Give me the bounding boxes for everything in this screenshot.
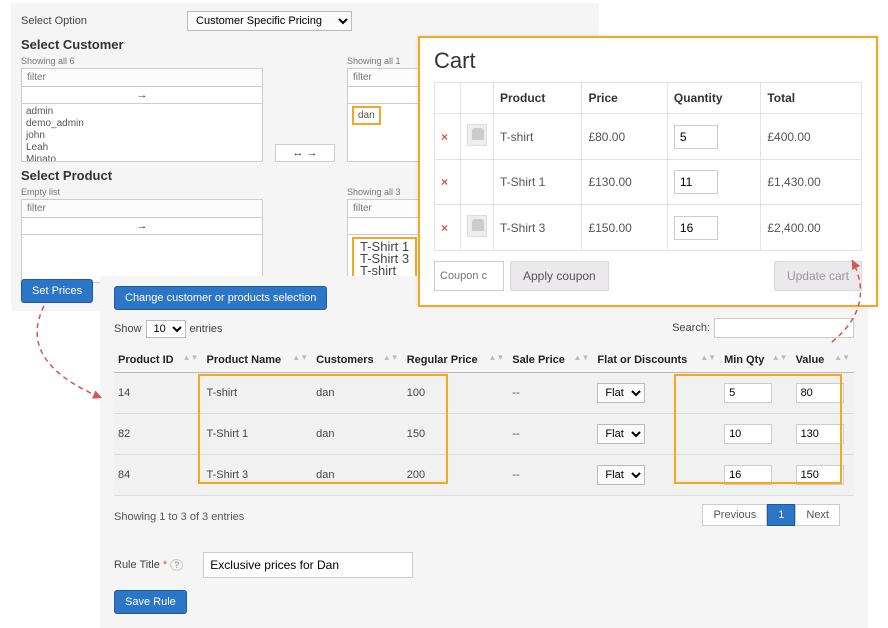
pagination: Previous 1 Next bbox=[702, 504, 840, 526]
mode-select[interactable]: Flat bbox=[597, 465, 645, 485]
col-flat-discounts[interactable]: Flat or Discounts▲▼ bbox=[593, 348, 720, 373]
value-input[interactable] bbox=[796, 465, 844, 485]
pricing-panel: Change customer or products selection Sh… bbox=[100, 276, 868, 628]
cart-table: Product Price Quantity Total × T-shirt £… bbox=[434, 82, 862, 251]
minqty-input[interactable] bbox=[724, 424, 772, 444]
customer-left-hint: Showing all 6 bbox=[21, 56, 263, 66]
product-thumb bbox=[467, 215, 487, 237]
pricing-row: 84 T-Shirt 3 dan 200 -- Flat bbox=[114, 455, 854, 496]
product-move-right[interactable]: → bbox=[21, 218, 263, 235]
pricing-row: 82 T-Shirt 1 dan 150 -- Flat bbox=[114, 414, 854, 455]
rule-title-label: Rule Title * ? bbox=[114, 559, 183, 571]
entries-select[interactable]: 10 bbox=[146, 320, 186, 338]
product-left-filter[interactable] bbox=[21, 199, 263, 218]
value-input[interactable] bbox=[796, 424, 844, 444]
rule-title-input[interactable] bbox=[203, 552, 413, 578]
qty-input[interactable] bbox=[674, 125, 718, 149]
table-info: Showing 1 to 3 of 3 entries bbox=[114, 511, 244, 523]
cart-col-qty: Quantity bbox=[667, 83, 760, 114]
product-thumb bbox=[467, 124, 487, 146]
cart-product-link[interactable]: T-shirt bbox=[494, 114, 582, 160]
page-prev[interactable]: Previous bbox=[702, 504, 767, 526]
select-option-dropdown[interactable]: Customer Specific Pricing bbox=[187, 11, 352, 31]
entries-label: entries bbox=[190, 323, 223, 335]
mode-select[interactable]: Flat bbox=[597, 383, 645, 403]
coupon-input[interactable] bbox=[434, 261, 504, 291]
cart-col-total: Total bbox=[761, 83, 862, 114]
qty-input[interactable] bbox=[674, 170, 718, 194]
save-rule-button[interactable]: Save Rule bbox=[114, 590, 187, 614]
customer-left-filter[interactable] bbox=[21, 68, 263, 87]
change-selection-button[interactable]: Change customer or products selection bbox=[114, 286, 327, 310]
customer-left-list[interactable]: admin demo_admin john Leah Minato Taylor bbox=[21, 104, 263, 162]
cart-overlay: Cart Product Price Quantity Total × T-sh… bbox=[418, 36, 878, 307]
sort-icon: ▲▼ bbox=[183, 354, 199, 362]
cart-title: Cart bbox=[434, 48, 862, 74]
update-cart-button[interactable]: Update cart bbox=[774, 261, 862, 291]
customer-selected: dan bbox=[352, 106, 381, 125]
qty-input[interactable] bbox=[674, 216, 718, 240]
cart-row: × T-Shirt 1 £130.00 £1,430.00 bbox=[435, 160, 862, 205]
col-sale-price[interactable]: Sale Price▲▼ bbox=[508, 348, 593, 373]
pricing-row: 14 T-shirt dan 100 -- Flat bbox=[114, 373, 854, 414]
page-next[interactable]: Next bbox=[795, 504, 840, 526]
value-input[interactable] bbox=[796, 383, 844, 403]
customer-move-both[interactable]: ↔ → bbox=[275, 144, 335, 162]
col-customers[interactable]: Customers▲▼ bbox=[312, 348, 403, 373]
remove-icon[interactable]: × bbox=[441, 130, 448, 144]
page-current[interactable]: 1 bbox=[767, 504, 795, 526]
search-label: Search: bbox=[672, 322, 710, 334]
cart-product-link[interactable]: T-Shirt 1 bbox=[494, 160, 582, 205]
col-min-qty[interactable]: Min Qty▲▼ bbox=[720, 348, 792, 373]
cart-col-price: Price bbox=[582, 83, 667, 114]
show-label: Show bbox=[114, 323, 142, 335]
select-option-label: Select Option bbox=[21, 15, 87, 27]
product-left-hint: Empty list bbox=[21, 187, 263, 197]
apply-coupon-button[interactable]: Apply coupon bbox=[510, 261, 609, 291]
flow-arrow-left bbox=[14, 302, 114, 422]
cart-col-product: Product bbox=[494, 83, 582, 114]
minqty-input[interactable] bbox=[724, 383, 772, 403]
help-icon[interactable]: ? bbox=[170, 559, 183, 571]
minqty-input[interactable] bbox=[724, 465, 772, 485]
remove-icon[interactable]: × bbox=[441, 221, 448, 235]
cart-row: × T-Shirt 3 £150.00 £2,400.00 bbox=[435, 205, 862, 251]
cart-product-link[interactable]: T-Shirt 3 bbox=[494, 205, 582, 251]
remove-icon[interactable]: × bbox=[441, 175, 448, 189]
set-prices-button[interactable]: Set Prices bbox=[21, 279, 93, 303]
col-regular-price[interactable]: Regular Price▲▼ bbox=[403, 348, 509, 373]
mode-select[interactable]: Flat bbox=[597, 424, 645, 444]
pricing-table: Product ID▲▼ Product Name▲▼ Customers▲▼ … bbox=[114, 348, 854, 496]
col-product-name[interactable]: Product Name▲▼ bbox=[203, 348, 313, 373]
col-product-id[interactable]: Product ID▲▼ bbox=[114, 348, 203, 373]
customer-move-right[interactable]: → bbox=[21, 87, 263, 104]
cart-row: × T-shirt £80.00 £400.00 bbox=[435, 114, 862, 160]
col-value[interactable]: Value▲▼ bbox=[792, 348, 854, 373]
product-selected: T-Shirt 1 T-Shirt 3 T-shirt bbox=[352, 237, 417, 281]
search-input[interactable] bbox=[714, 318, 854, 338]
